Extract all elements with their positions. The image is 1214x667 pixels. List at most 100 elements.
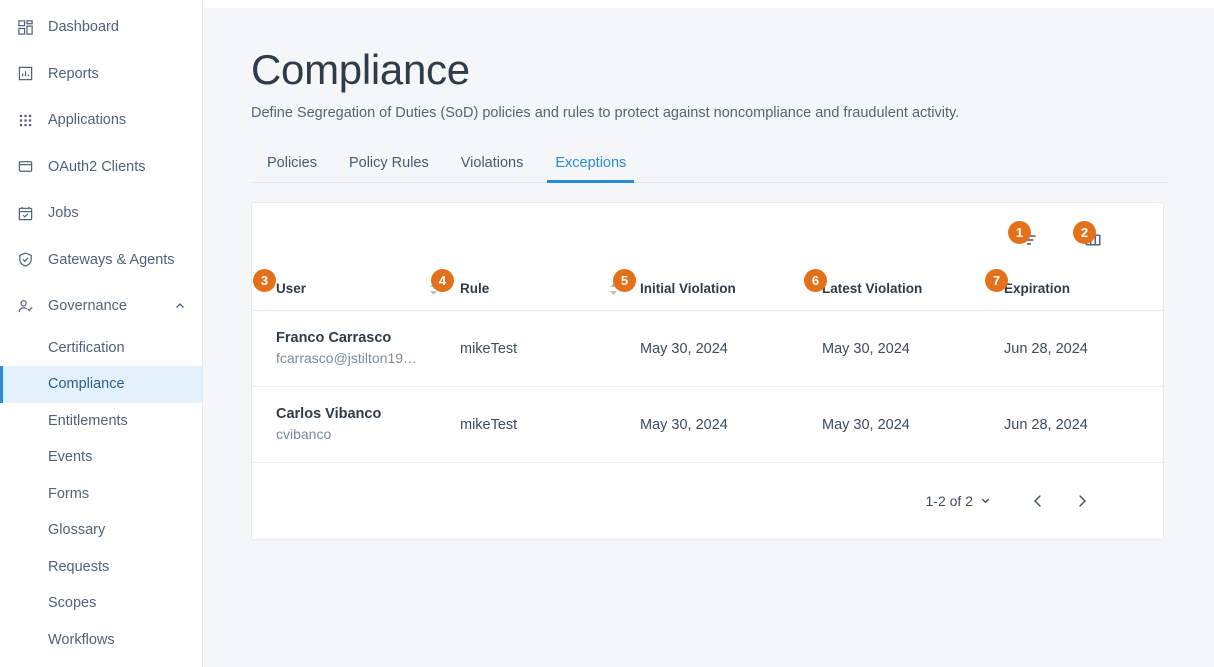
sidebar: Dashboard Reports Applications OAuth2 Cl… (0, 0, 203, 667)
sidebar-item-label: Gateways & Agents (48, 251, 175, 268)
cell-latest-violation: May 30, 2024 (822, 310, 1004, 388)
sidebar-subitem-label: Forms (48, 485, 90, 502)
top-bar (203, 0, 1214, 8)
sidebar-item-label: Reports (48, 65, 99, 82)
table-head: User Rule Initial Violation Latest Viola… (252, 281, 1165, 312)
content-area: Compliance Define Segregation of Duties … (203, 8, 1214, 541)
user-name: Franco Carrasco (276, 330, 392, 347)
column-header-expiration[interactable]: Expiration (1004, 281, 1165, 312)
sidebar-item-gateways-agents[interactable]: Gateways & Agents (0, 237, 202, 284)
previous-page-button[interactable] (1031, 493, 1045, 509)
window-icon (14, 156, 36, 178)
cell-user: Franco Carrasco fcarrasco@jstilton19… (252, 310, 460, 388)
sidebar-item-compliance[interactable]: Compliance (0, 366, 202, 403)
sidebar-item-certification[interactable]: Certification (0, 330, 202, 367)
sidebar-subitem-label: Glossary (48, 522, 106, 539)
shield-check-icon (14, 249, 36, 271)
annotation-badge-4: 4 (431, 269, 454, 292)
page-subtitle: Define Segregation of Duties (SoD) polic… (251, 105, 960, 122)
sidebar-subitem-label: Scopes (48, 595, 97, 612)
table-row[interactable]: Carlos Vibanco cvibanco mikeTest May 30,… (252, 386, 1165, 464)
cell-rule: mikeTest (460, 386, 640, 464)
user-name: Carlos Vibanco (276, 406, 382, 423)
sidebar-item-entitlements[interactable]: Entitlements (0, 403, 202, 440)
page-title: Compliance (251, 46, 470, 93)
user-check-icon (14, 295, 36, 317)
sidebar-subitem-label: Entitlements (48, 412, 128, 429)
sidebar-item-workflows[interactable]: Workflows (0, 622, 202, 659)
annotation-badge-6: 6 (804, 269, 827, 292)
column-label: Rule (460, 281, 490, 297)
sidebar-item-events[interactable]: Events (0, 439, 202, 476)
column-header-rule[interactable]: Rule (460, 281, 640, 312)
tab-label: Policies (267, 155, 317, 172)
sidebar-item-applications[interactable]: Applications (0, 97, 202, 144)
table-body: Franco Carrasco fcarrasco@jstilton19… mi… (252, 310, 1165, 464)
sidebar-item-reports[interactable]: Reports (0, 51, 202, 98)
pagination-range-label: 1-2 of 2 (925, 493, 973, 510)
sidebar-item-label: Applications (48, 112, 127, 129)
column-header-initial-violation[interactable]: Initial Violation (640, 281, 822, 312)
user-identifier: cvibanco (276, 425, 332, 442)
chevron-down-icon (980, 493, 991, 509)
sidebar-subitem-label: Events (48, 449, 93, 466)
sidebar-item-requests[interactable]: Requests (0, 549, 202, 586)
table-toolbar (252, 203, 1163, 281)
sidebar-subitem-label: Requests (48, 558, 110, 575)
sidebar-item-oauth2-clients[interactable]: OAuth2 Clients (0, 144, 202, 191)
user-identifier: fcarrasco@jstilton19… (276, 349, 418, 366)
main-content: Compliance Define Segregation of Duties … (203, 0, 1214, 667)
dashboard-grid-icon (14, 16, 36, 38)
annotation-badge-7: 7 (985, 269, 1008, 292)
cell-initial-violation: May 30, 2024 (640, 310, 822, 388)
apps-grid-icon (14, 109, 36, 131)
column-label: User (276, 281, 307, 297)
page-size-selector[interactable]: 1-2 of 2 (926, 493, 991, 509)
sidebar-item-label: Jobs (48, 205, 79, 222)
tab-label: Violations (460, 155, 524, 172)
cell-latest-violation: May 30, 2024 (822, 386, 1004, 464)
sidebar-group-label: Governance (48, 298, 127, 315)
tab-policy-rules[interactable]: Policy Rules (333, 147, 445, 182)
column-label: Expiration (1004, 281, 1071, 297)
sidebar-item-jobs[interactable]: Jobs (0, 190, 202, 237)
exceptions-table: User Rule Initial Violation Latest Viola… (252, 281, 1165, 464)
column-header-latest-violation[interactable]: Latest Violation (822, 281, 1004, 312)
report-chart-icon (14, 63, 36, 85)
sidebar-item-dashboard[interactable]: Dashboard (0, 4, 202, 51)
chevron-up-icon[interactable] (174, 300, 186, 312)
exceptions-card: User Rule Initial Violation Latest Viola… (251, 202, 1165, 541)
annotation-badge-2: 2 (1073, 221, 1096, 244)
annotation-badge-3: 3 (253, 269, 276, 292)
tab-violations[interactable]: Violations (445, 147, 540, 182)
tab-label: Exceptions (555, 155, 627, 172)
sidebar-item-label: Dashboard (48, 19, 119, 36)
sidebar-item-glossary[interactable]: Glossary (0, 512, 202, 549)
cell-user: Carlos Vibanco cvibanco (252, 386, 460, 464)
tab-exceptions[interactable]: Exceptions (539, 147, 642, 184)
column-label: Latest Violation (822, 281, 923, 297)
tab-bar: Policies Policy Rules Violations Excepti… (251, 147, 1167, 184)
sidebar-subitem-label: Certification (48, 339, 125, 356)
sidebar-group-governance[interactable]: Governance (0, 283, 202, 330)
sidebar-item-forms[interactable]: Forms (0, 476, 202, 513)
annotation-badge-5: 5 (613, 269, 636, 292)
cell-initial-violation: May 30, 2024 (640, 386, 822, 464)
pagination-arrows (1031, 493, 1089, 509)
pagination: 1-2 of 2 (252, 463, 1163, 539)
sidebar-item-label: OAuth2 Clients (48, 158, 146, 175)
app-root: Dashboard Reports Applications OAuth2 Cl… (0, 0, 1214, 667)
sidebar-subitem-label: Workflows (48, 631, 115, 648)
cell-expiration: Jun 28, 2024 (1004, 386, 1165, 464)
sidebar-item-scopes[interactable]: Scopes (0, 585, 202, 622)
cell-rule: mikeTest (460, 310, 640, 388)
next-page-button[interactable] (1075, 493, 1089, 509)
tab-policies[interactable]: Policies (251, 147, 333, 182)
calendar-check-icon (14, 202, 36, 224)
table-header-row: User Rule Initial Violation Latest Viola… (252, 281, 1165, 312)
column-header-user[interactable]: User (252, 281, 460, 312)
column-label: Initial Violation (640, 281, 736, 297)
annotation-badge-1: 1 (1008, 221, 1031, 244)
sidebar-subitem-label: Compliance (48, 376, 125, 393)
table-row[interactable]: Franco Carrasco fcarrasco@jstilton19… mi… (252, 310, 1165, 388)
